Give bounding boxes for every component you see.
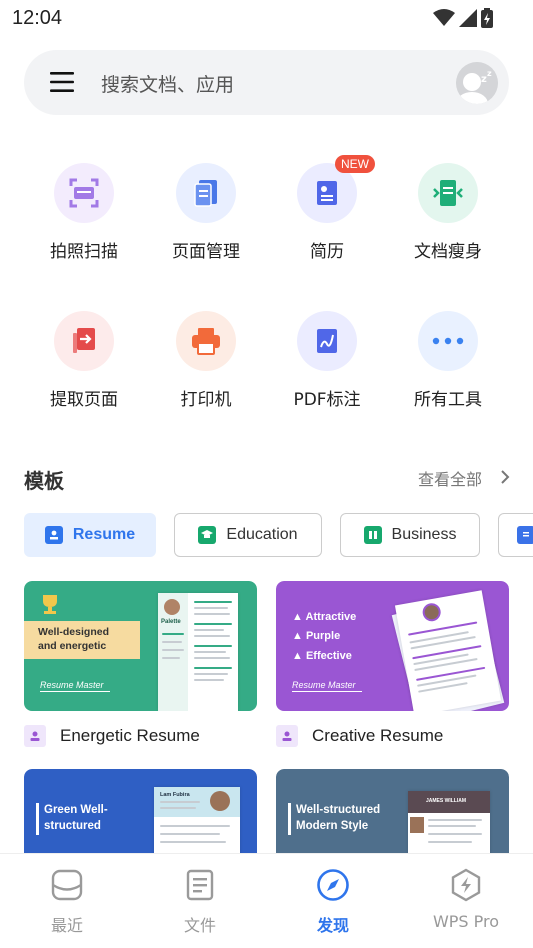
camera-scan-icon [54, 163, 114, 223]
resume-tag-icon [276, 725, 298, 747]
template-brand: Resume Master [292, 680, 356, 690]
chip-label: Business [391, 526, 457, 543]
tool-resume[interactable]: NEW 简历 [272, 155, 382, 262]
template-thumbnail: Well-designed and energetic Resume Maste… [24, 581, 257, 711]
nav-label: 最近 [50, 916, 83, 935]
page-manage-icon [176, 163, 236, 223]
tool-printer[interactable]: 打印机 [151, 311, 261, 410]
template-card-green-structured[interactable]: Green Well-structured Lam Fubira [24, 769, 257, 853]
tool-extract-page[interactable]: 提取页面 [29, 311, 139, 410]
avatar[interactable]: z z [456, 62, 498, 104]
template-thumbnail: ▲ Attractive ▲ Purple ▲ Effective Resume… [276, 581, 509, 711]
nav-recent[interactable]: 最近 [12, 868, 122, 936]
trophy-icon [43, 595, 57, 614]
new-badge: NEW [335, 155, 375, 173]
feature-list: ▲ Attractive ▲ Purple ▲ Effective [292, 608, 356, 666]
template-thumbnail: Well-structured Modern Style JAMES WILLI… [276, 769, 509, 853]
template-banner: Well-structured Modern Style [296, 804, 381, 832]
search-input[interactable]: 搜索文档、应用 [101, 70, 234, 97]
view-all-link[interactable]: 查看全部 [418, 466, 482, 490]
tool-label: 简历 [310, 242, 344, 262]
resume-preview [394, 590, 502, 711]
feature-item: ▲ Effective [292, 649, 352, 662]
tool-label: 页面管理 [172, 242, 240, 262]
tool-label: 拍照扫描 [50, 242, 118, 262]
chip-more[interactable] [498, 513, 533, 557]
svg-text:z: z [487, 69, 492, 78]
chevron-right-icon[interactable] [500, 469, 510, 485]
tool-label: PDF标注 [293, 390, 361, 410]
extract-page-icon [54, 311, 114, 371]
chip-resume[interactable]: Resume [24, 513, 156, 557]
template-title-row: Energetic Resume [24, 725, 200, 747]
lightning-hexagon-icon [451, 868, 481, 902]
education-chip-icon [198, 526, 217, 544]
feature-item: ▲ Attractive [292, 611, 357, 623]
compass-icon [317, 869, 349, 901]
resume-tag-icon [24, 725, 46, 747]
feature-item: ▲ Purple [292, 630, 341, 643]
user-sleep-icon: z z [456, 62, 498, 104]
template-card-energetic[interactable]: Well-designed and energetic Resume Maste… [24, 581, 257, 757]
resume-icon: NEW [297, 155, 375, 223]
more-icon [418, 311, 478, 371]
tool-label: 提取页面 [50, 390, 118, 410]
chip-business[interactable]: Business [340, 513, 480, 557]
search-bar[interactable]: 搜索文档、应用 z z [24, 50, 509, 115]
chip-education[interactable]: Education [174, 513, 322, 557]
resume-preview: Lam Fubira [154, 787, 240, 853]
resume-name: Lam Fubira [160, 792, 190, 798]
template-title-row: Creative Resume [276, 725, 443, 747]
bottom-nav: 最近 文件 发现 WPS Pro [0, 853, 533, 948]
battery-icon [481, 8, 493, 28]
resume-chip-icon [44, 526, 63, 544]
status-icons [433, 7, 493, 29]
nav-label: 文件 [183, 916, 216, 935]
template-thumbnail: Green Well-structured Lam Fubira [24, 769, 257, 853]
tool-doc-slim[interactable]: 文档瘦身 [393, 163, 503, 262]
business-chip-icon [363, 526, 382, 544]
tool-label: 打印机 [180, 390, 232, 410]
doc-slim-icon [418, 163, 478, 223]
resume-preview: Palette [158, 593, 238, 711]
resume-name: Palette [161, 619, 181, 625]
file-icon [186, 869, 214, 901]
status-bar: 12:04 [0, 0, 533, 36]
tool-camera-scan[interactable]: 拍照扫描 [29, 163, 139, 262]
brand-underline [292, 691, 362, 692]
template-banner: Well-designed and energetic [24, 621, 140, 659]
tool-pdf-annotate[interactable]: PDF标注 [272, 311, 382, 410]
recent-icon [51, 869, 83, 901]
tool-label: 文档瘦身 [414, 242, 482, 262]
template-card-creative[interactable]: ▲ Attractive ▲ Purple ▲ Effective Resume… [276, 581, 509, 757]
nav-wps-pro[interactable]: WPS Pro [411, 868, 521, 931]
nav-discover[interactable]: 发现 [278, 868, 388, 936]
tool-all-tools[interactable]: 所有工具 [393, 311, 503, 410]
nav-label: 发现 [316, 916, 349, 935]
resume-name: JAMES WILLIAM [426, 798, 466, 804]
wifi-icon [433, 9, 455, 26]
nav-label: WPS Pro [432, 912, 500, 931]
tool-page-manage[interactable]: 页面管理 [151, 163, 261, 262]
printer-icon [176, 311, 236, 371]
template-card-modern-structured[interactable]: Well-structured Modern Style JAMES WILLI… [276, 769, 509, 853]
pdf-annotate-icon [297, 311, 357, 371]
signal-icon [459, 9, 477, 27]
menu-icon[interactable] [50, 70, 74, 94]
brand-underline [40, 691, 110, 692]
template-title: Energetic Resume [60, 726, 200, 745]
chip-label: Resume [72, 526, 136, 543]
status-time: 12:04 [12, 7, 63, 29]
template-banner: Green Well-structured [44, 804, 108, 832]
template-title: Creative Resume [312, 726, 444, 745]
doc-chip-icon [517, 526, 533, 544]
resume-preview: JAMES WILLIAM [408, 791, 490, 853]
nav-files[interactable]: 文件 [145, 868, 255, 936]
section-title: 模板 [24, 469, 64, 493]
tool-label: 所有工具 [414, 390, 482, 410]
template-brand: Resume Master [40, 680, 104, 690]
chip-label: Education [226, 526, 298, 543]
